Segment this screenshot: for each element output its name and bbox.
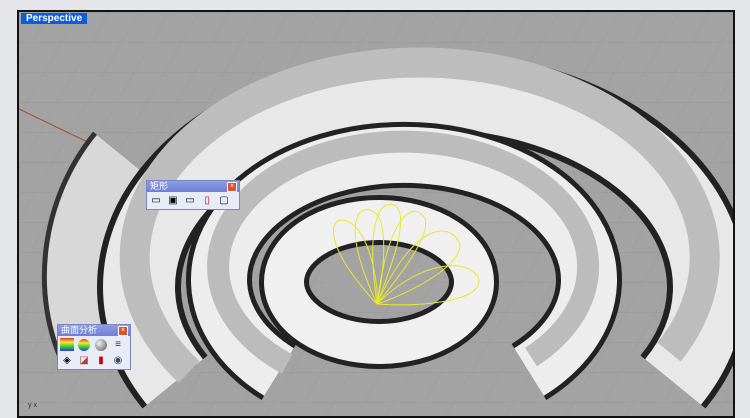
rectangle-toolbar[interactable]: 矩形 × ▭ ▣ ▭ ▯ ▢ <box>146 180 240 210</box>
axis-y-label: y <box>28 402 32 409</box>
viewport-title[interactable]: Perspective <box>21 13 88 24</box>
rectangle-center-icon[interactable]: ▣ <box>166 194 180 207</box>
perspective-viewport[interactable]: Perspective 矩形 × ▭ ▣ ▭ ▯ ▢ 曲面分析 × ≡ ◈ ◪ … <box>17 10 735 418</box>
edge-analysis-icon[interactable]: ▮ <box>94 354 108 367</box>
emap-icon[interactable]: ◈ <box>60 354 74 367</box>
rectangle-toolbar-title: 矩形 <box>150 181 169 191</box>
rectangle-vertical-icon[interactable]: ▯ <box>200 194 214 207</box>
rounded-rectangle-icon[interactable]: ▢ <box>217 194 231 207</box>
surface-analysis-toolbar[interactable]: 曲面分析 × ≡ ◈ ◪ ▮ ◉ <box>57 324 131 370</box>
axis-x-label: x <box>33 402 37 409</box>
close-icon[interactable]: × <box>118 326 128 336</box>
render-icon[interactable]: ◉ <box>111 354 125 367</box>
environment-map-icon[interactable] <box>94 338 108 351</box>
curvature-icon[interactable] <box>77 338 91 351</box>
rectangle-corner-icon[interactable]: ▭ <box>149 194 163 207</box>
draft-angle-icon[interactable]: ≡ <box>111 338 125 351</box>
surface-analysis-toolbar-title: 曲面分析 <box>61 325 98 335</box>
rectangle-3pt-icon[interactable]: ▭ <box>183 194 197 207</box>
axis-indicator: y x <box>28 402 37 410</box>
curvature-graph-icon[interactable]: ◪ <box>77 354 91 367</box>
zebra-icon[interactable] <box>60 338 74 351</box>
close-icon[interactable]: × <box>227 182 237 192</box>
